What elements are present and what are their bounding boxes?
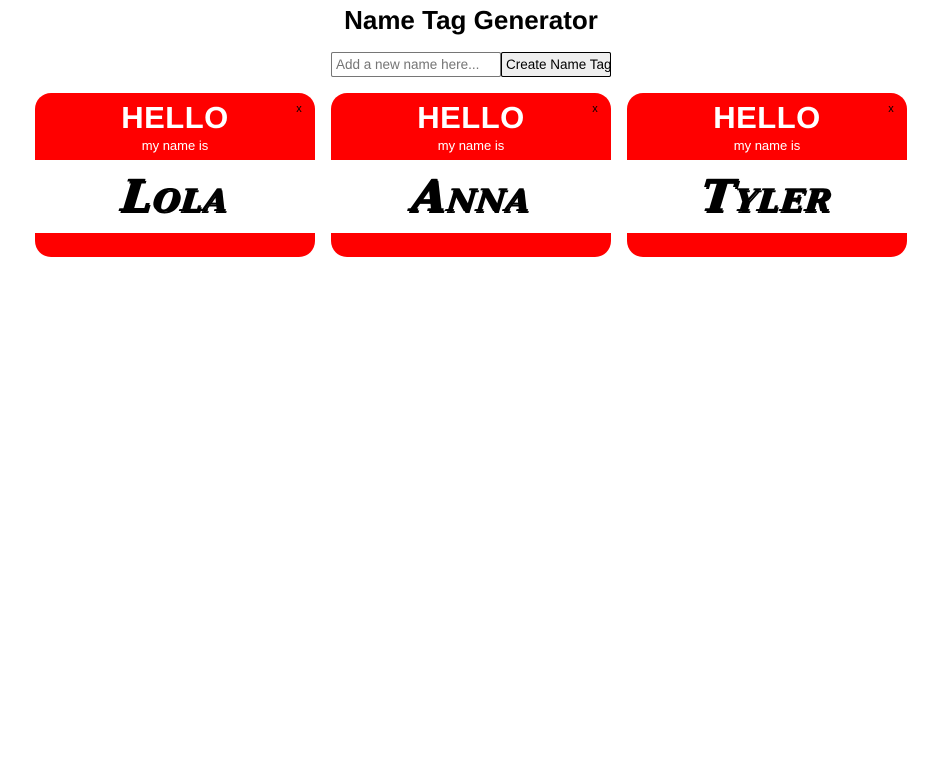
add-name-form: Create Name Tag: [331, 52, 612, 77]
remove-tag-button[interactable]: x: [885, 102, 897, 116]
name-tag: HELLO my name is Anna x: [331, 93, 611, 257]
name-tag-subtitle: my name is: [437, 138, 505, 153]
name-tag-greeting: HELLO: [417, 100, 525, 135]
name-tag-body: Lola: [35, 160, 315, 233]
remove-tag-button[interactable]: x: [589, 102, 601, 116]
name-tag: HELLO my name is Tyler x: [627, 93, 907, 257]
name-tag-header: HELLO my name is: [331, 93, 611, 160]
name-tag-subtitle: my name is: [141, 138, 209, 153]
name-tag-header: HELLO my name is: [627, 93, 907, 160]
name-tag-name: Lola: [118, 170, 232, 222]
name-tag: HELLO my name is Lola x: [35, 93, 315, 257]
name-tag-name: Anna: [408, 170, 534, 222]
name-tag-name: Tyler: [698, 170, 836, 222]
name-tag-list: HELLO my name is Lola x HELLO my name is…: [35, 93, 907, 257]
name-tag-greeting: HELLO: [713, 100, 821, 135]
name-tag-body: Tyler: [627, 160, 907, 233]
name-input[interactable]: [331, 52, 501, 77]
page-title: Name Tag Generator: [344, 5, 598, 35]
create-name-tag-button[interactable]: Create Name Tag: [501, 52, 612, 77]
name-tag-subtitle: my name is: [733, 138, 801, 153]
remove-tag-button[interactable]: x: [293, 102, 305, 116]
app-root: Name Tag Generator Create Name Tag HELLO…: [0, 0, 949, 757]
name-tag-header: HELLO my name is: [35, 93, 315, 160]
name-tag-greeting: HELLO: [121, 100, 229, 135]
name-tag-body: Anna: [331, 160, 611, 233]
